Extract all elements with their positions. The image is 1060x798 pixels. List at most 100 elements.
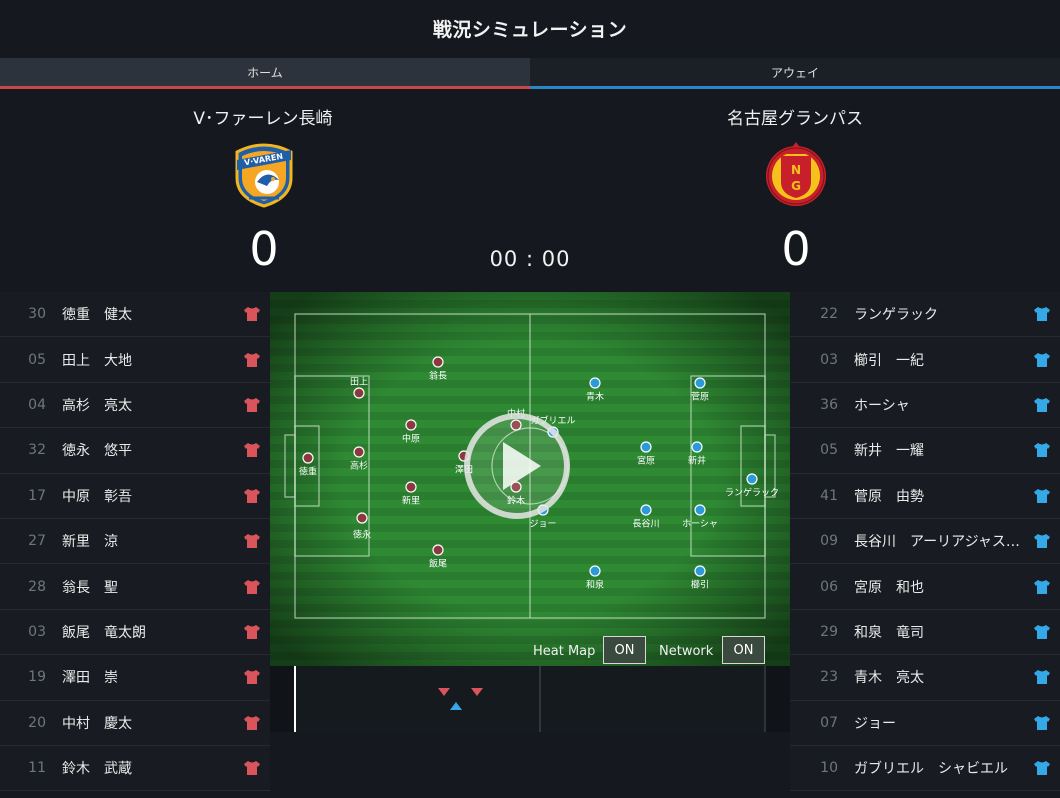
play-icon[interactable] [464, 413, 570, 519]
player-row[interactable]: 36 ホーシャ [790, 382, 1060, 429]
player-number: 29 [820, 623, 838, 640]
player-marker-label: 新井 [688, 455, 706, 467]
player-marker-label: 高杉 [350, 460, 368, 472]
player-name: 菅原 由勢 [854, 488, 924, 505]
player-row[interactable]: 28 翁長 聖 [0, 564, 270, 610]
player-name: 櫛引 一紀 [854, 352, 924, 369]
player-name: 新井 一耀 [854, 443, 924, 460]
shirt-icon [234, 488, 270, 504]
player-number: 20 [28, 714, 46, 731]
player-name: 澤田 崇 [62, 670, 118, 687]
timeline[interactable] [270, 666, 790, 732]
player-name: 飯尾 竜太朗 [62, 624, 146, 641]
tab-away[interactable]: アウェイ [530, 58, 1060, 89]
player-name: ガブリエル シャビエル [854, 761, 1008, 778]
shirt-icon [234, 579, 270, 595]
player-row[interactable]: 41 菅原 由勢 [790, 473, 1060, 519]
player-marker-label: 宮原 [637, 455, 655, 467]
shirt-icon [1024, 488, 1060, 504]
network-label: Network [659, 644, 714, 659]
shirt-icon [1024, 306, 1060, 322]
player-row[interactable]: 04 高杉 亮太 [0, 382, 270, 429]
player-marker-label: 和泉 [586, 579, 604, 591]
shirt-icon [234, 352, 270, 368]
player-row[interactable]: 30 徳重 健太 [0, 292, 270, 338]
player-row[interactable]: 29 和泉 竜司 [790, 609, 1060, 656]
player-row[interactable]: 06 宮原 和也 [790, 564, 1060, 610]
player-name: 中原 彰吾 [62, 488, 132, 505]
shirt-icon [1024, 624, 1060, 640]
player-name: 青木 亮太 [854, 670, 924, 687]
player-row[interactable]: 11 鈴木 武蔵 [0, 745, 270, 792]
player-row[interactable]: 07 ジョー [790, 700, 1060, 746]
player-marker-label: 田上 [350, 377, 368, 388]
player-number: 11 [28, 760, 46, 777]
player-number: 22 [820, 306, 838, 323]
player-number: 04 [28, 396, 46, 413]
svg-text:N: N [791, 163, 801, 177]
shirt-icon [1024, 442, 1060, 458]
shirt-icon [234, 624, 270, 640]
tab-home[interactable]: ホーム [0, 58, 530, 89]
player-number: 05 [28, 351, 46, 368]
player-number: 27 [28, 533, 46, 550]
player-row[interactable]: 20 中村 慶太 [0, 700, 270, 746]
player-row[interactable]: 03 飯尾 竜太朗 [0, 609, 270, 656]
player-name: 長谷川 アーリアジャスール [854, 534, 1024, 551]
svg-text:G: G [791, 179, 801, 193]
shirt-icon [1024, 397, 1060, 413]
player-marker-label: 青木 [586, 391, 604, 403]
player-row[interactable]: 05 田上 大地 [0, 337, 270, 383]
player-name: 高杉 亮太 [62, 397, 132, 414]
player-marker-label: 櫛引 [691, 579, 709, 591]
player-row[interactable]: 10 ガブリエル シャビエル [790, 745, 1060, 792]
network-toggle[interactable]: ON [722, 636, 765, 664]
shirt-icon [234, 760, 270, 776]
player-number: 28 [28, 578, 46, 595]
player-marker-label: 徳重 [299, 466, 317, 478]
heatmap-toggle[interactable]: ON [603, 636, 646, 664]
player-name: ランゲラック [854, 307, 938, 324]
shirt-icon [1024, 760, 1060, 776]
match-clock: 00 : 00 [489, 247, 571, 271]
pitch: 徳重 田上 高杉 徳永 翁長 中原 新里 飯尾 澤田 中村 鈴木 ランゲラック 菅原 新井 ホーシャ 櫛引 青木… [270, 292, 790, 666]
player-row[interactable]: 05 新井 一耀 [790, 428, 1060, 474]
player-marker-label: 翁長 [429, 370, 447, 382]
player-row[interactable]: 27 新里 涼 [0, 518, 270, 565]
player-number: 19 [28, 669, 46, 686]
player-row[interactable]: 22 ランゲラック [790, 292, 1060, 338]
player-number: 05 [820, 442, 838, 459]
player-number: 09 [820, 533, 838, 550]
player-row[interactable]: 32 徳永 悠平 [0, 428, 270, 474]
player-marker-label: 飯尾 [429, 558, 447, 570]
player-number: 06 [820, 578, 838, 595]
player-number: 17 [28, 487, 46, 504]
player-name: 和泉 竜司 [854, 624, 924, 641]
player-marker-label: 新里 [402, 495, 420, 507]
player-row[interactable]: 03 櫛引 一紀 [790, 337, 1060, 383]
player-marker-label: ホーシャ [682, 519, 718, 530]
player-marker-label: 中原 [402, 433, 420, 445]
page-title: 戦況シミュレーション [432, 18, 628, 41]
shirt-icon [234, 397, 270, 413]
player-row[interactable]: 17 中原 彰吾 [0, 473, 270, 519]
shirt-icon [1024, 715, 1060, 731]
player-row[interactable]: 19 澤田 崇 [0, 655, 270, 701]
player-row[interactable]: 09 長谷川 アーリアジャスール [790, 518, 1060, 565]
home-score: 0 [249, 222, 279, 276]
timeline-footer [270, 732, 790, 798]
away-score: 0 [781, 222, 811, 276]
player-marker-label: ジョー [529, 520, 556, 530]
player-name: 徳重 健太 [62, 307, 132, 324]
player-name: 新里 涼 [62, 534, 118, 551]
shirt-icon [1024, 579, 1060, 595]
home-team-name: V･ファーレン長崎 [193, 109, 333, 129]
player-number: 41 [820, 487, 838, 504]
heatmap-label: Heat Map [533, 644, 596, 659]
player-number: 30 [28, 306, 46, 323]
player-row[interactable]: 23 青木 亮太 [790, 655, 1060, 701]
player-number: 03 [28, 623, 46, 640]
player-marker-label: ランゲラック [725, 487, 779, 499]
player-name: 中村 慶太 [62, 715, 132, 732]
player-name: 宮原 和也 [854, 579, 924, 596]
